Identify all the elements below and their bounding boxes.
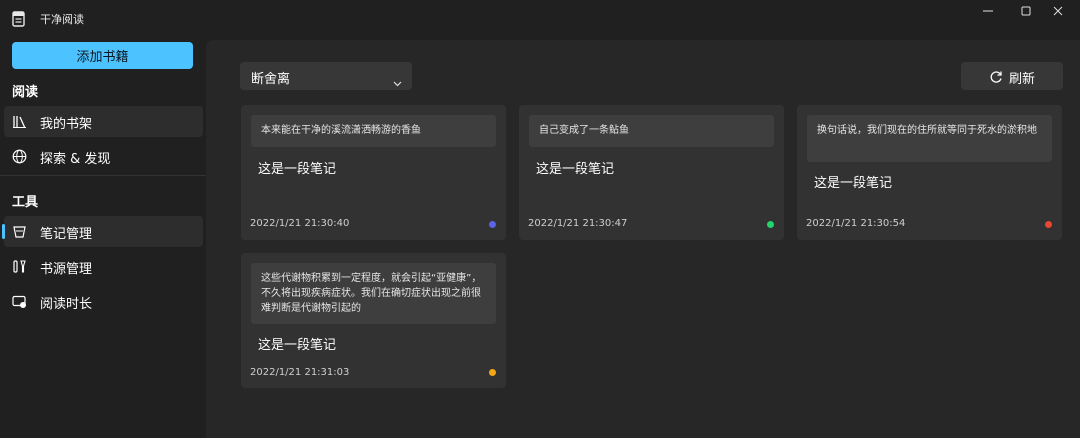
sidebar-item-explore[interactable]: 探索 & 发现 (4, 141, 203, 172)
sidebar-item-sources[interactable]: 书源管理 (4, 251, 203, 282)
sidebar-divider (0, 175, 206, 176)
note-card[interactable]: 自己变成了一条鲇鱼 这是一段笔记 2022/1/21 21:30:47 (519, 105, 784, 240)
note-text: 这是一段笔记 (536, 162, 615, 177)
main-panel: 断舍离 刷新 本来能在干净的溪流潇洒畅游的香鱼 这是一段笔记 2022/1/21… (206, 40, 1080, 438)
note-quote: 换句话说，我们现在的住所就等同于死水的淤积地 (807, 115, 1052, 162)
note-color-dot (767, 221, 774, 228)
note-card[interactable]: 换句话说，我们现在的住所就等同于死水的淤积地 这是一段笔记 2022/1/21 … (797, 105, 1062, 240)
bookshelf-icon (12, 114, 27, 129)
source-icon (12, 259, 27, 274)
close-button[interactable] (1036, 0, 1080, 22)
section-title-tools: 工具 (12, 195, 39, 210)
book-select[interactable]: 断舍离 (240, 62, 412, 90)
sidebar-item-label: 我的书架 (40, 117, 93, 132)
sidebar: 添加书籍 阅读 我的书架 探索 & 发现 工具 笔记管理 书源管理 阅读时长 (0, 38, 206, 438)
sidebar-item-label: 笔记管理 (40, 227, 93, 242)
note-text: 这是一段笔记 (258, 162, 337, 177)
section-title-reading: 阅读 (12, 85, 39, 100)
note-timestamp: 2022/1/21 21:31:03 (250, 367, 350, 378)
timer-icon (12, 294, 27, 309)
note-quote: 这些代谢物积累到一定程度，就会引起“亚健康”，不久将出现疾病症状。我们在确切症状… (251, 263, 496, 324)
note-text: 这是一段笔记 (258, 338, 337, 353)
note-color-dot (489, 221, 496, 228)
sidebar-item-notes[interactable]: 笔记管理 (2, 216, 203, 247)
book-app-icon (12, 11, 26, 27)
note-quote: 本来能在干净的溪流潇洒畅游的香鱼 (251, 115, 496, 147)
refresh-label: 刷新 (1009, 72, 1036, 87)
close-icon (1053, 6, 1063, 16)
globe-icon (12, 149, 27, 164)
sidebar-item-label: 书源管理 (40, 262, 93, 277)
sidebar-item-label: 探索 & 发现 (40, 152, 111, 167)
book-select-value: 断舍离 (251, 72, 291, 87)
active-indicator (2, 224, 5, 239)
title-bar: 干净阅读 (0, 0, 1080, 38)
sidebar-item-bookshelf[interactable]: 我的书架 (4, 106, 203, 137)
sidebar-item-reading-time[interactable]: 阅读时长 (4, 286, 203, 317)
note-timestamp: 2022/1/21 21:30:54 (806, 218, 906, 229)
sidebar-item-label: 阅读时长 (40, 297, 93, 312)
note-color-dot (1045, 221, 1052, 228)
note-timestamp: 2022/1/21 21:30:40 (250, 218, 350, 229)
note-timestamp: 2022/1/21 21:30:47 (528, 218, 628, 229)
refresh-icon (989, 69, 1003, 88)
chevron-down-icon (393, 72, 402, 91)
note-text: 这是一段笔记 (814, 176, 893, 191)
note-color-dot (489, 369, 496, 376)
window-title: 干净阅读 (40, 13, 84, 26)
maximize-icon (1021, 6, 1031, 16)
note-card[interactable]: 本来能在干净的溪流潇洒畅游的香鱼 这是一段笔记 2022/1/21 21:30:… (241, 105, 506, 240)
add-book-button[interactable]: 添加书籍 (12, 42, 193, 69)
refresh-button[interactable]: 刷新 (961, 62, 1063, 90)
note-quote: 自己变成了一条鲇鱼 (529, 115, 774, 147)
note-card[interactable]: 这些代谢物积累到一定程度，就会引起“亚健康”，不久将出现疾病症状。我们在确切症状… (241, 253, 506, 388)
note-icon (12, 224, 27, 239)
minimize-icon (983, 10, 993, 12)
